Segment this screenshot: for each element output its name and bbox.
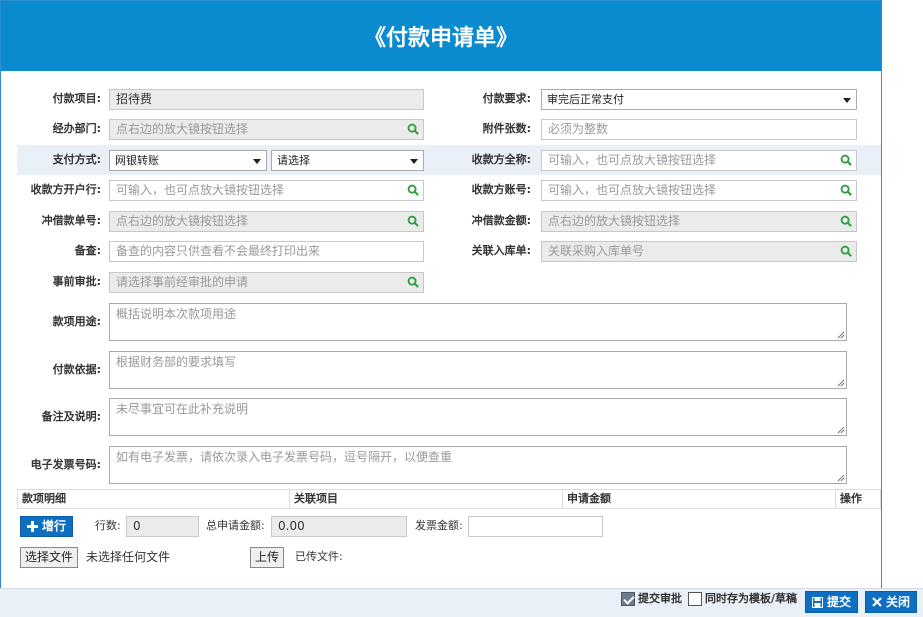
add-row-button[interactable]: 增行 bbox=[20, 516, 74, 537]
offset-no-placeholder: 点右边的放大镜按钮选择 bbox=[116, 214, 249, 228]
basis-textarea[interactable]: 根据财务部的要求填写 bbox=[109, 351, 847, 389]
payee-name-input[interactable]: 可输入，也可点放大镜按钮选择 bbox=[541, 150, 857, 171]
total-field: 0.00 bbox=[271, 516, 407, 537]
payee-name-placeholder: 可输入，也可点放大镜按钮选择 bbox=[548, 153, 717, 167]
pre-approval-label: 事前审批: bbox=[52, 275, 101, 288]
upload-button[interactable]: 上传 bbox=[250, 547, 285, 568]
add-row-label: 增行 bbox=[42, 519, 67, 533]
col-header-amount: 申请金额 bbox=[563, 490, 836, 508]
resize-grip-icon[interactable] bbox=[837, 474, 845, 482]
pay-method-value: 网银转账 bbox=[115, 154, 159, 167]
payee-account-input[interactable]: 可输入，也可点放大镜按钮选择 bbox=[541, 180, 857, 201]
col-header-action: 操作 bbox=[840, 492, 862, 505]
basis-label: 付款依据: bbox=[52, 363, 101, 376]
stock-in-placeholder: 关联采购入库单号 bbox=[548, 244, 645, 258]
chevron-down-icon bbox=[410, 159, 418, 164]
pay-requirement-label: 付款要求: bbox=[482, 92, 531, 105]
pay-requirement-value: 审完后正常支付 bbox=[547, 93, 624, 106]
no-file-text: 未选择任何文件 bbox=[86, 550, 171, 564]
pay-submethod-select[interactable]: 请选择 bbox=[271, 150, 424, 171]
memo-label: 备查: bbox=[74, 244, 101, 257]
total-label: 总申请金额: bbox=[206, 519, 265, 532]
invoice-amount-label: 发票金额: bbox=[415, 519, 463, 532]
payee-account-placeholder: 可输入，也可点放大镜按钮选择 bbox=[548, 183, 717, 197]
purpose-label: 款项用途: bbox=[52, 315, 101, 328]
payee-account-label: 收款方账号: bbox=[471, 183, 531, 196]
memo-input[interactable]: 备查的内容只供查看不会最终打印出来 bbox=[109, 241, 424, 262]
pay-submethod-value: 请选择 bbox=[277, 154, 310, 167]
form-panel: 《付款申请单》 付款项目: 招待费 付款要求: 审完后正常支付 经办部门: 点右… bbox=[0, 0, 882, 589]
payee-bank-label: 收款方开户行: bbox=[30, 183, 101, 196]
submit-approval-label: 提交审批 bbox=[638, 592, 682, 605]
resize-grip-icon[interactable] bbox=[837, 426, 845, 434]
magnifier-icon[interactable] bbox=[407, 276, 420, 289]
basis-placeholder: 根据财务部的要求填写 bbox=[116, 355, 237, 369]
pay-requirement-select[interactable]: 审完后正常支付 bbox=[541, 89, 857, 110]
remarks-placeholder: 未尽事宜可在此补充说明 bbox=[116, 402, 249, 416]
invoice-no-label: 电子发票号码: bbox=[30, 458, 101, 471]
department-field[interactable]: 点右边的放大镜按钮选择 bbox=[109, 119, 424, 140]
stock-in-field[interactable]: 关联采购入库单号 bbox=[541, 241, 857, 262]
purpose-placeholder: 概括说明本次款项用途 bbox=[116, 307, 237, 321]
submit-button[interactable]: 提交 bbox=[805, 591, 859, 613]
offset-no-field[interactable]: 点右边的放大镜按钮选择 bbox=[109, 211, 424, 232]
close-label: 关闭 bbox=[886, 594, 911, 609]
footer-bar: 提交审批 同时存为模板/草稿 提交 关闭 bbox=[0, 588, 923, 617]
department-label: 经办部门: bbox=[52, 122, 101, 135]
pre-approval-placeholder: 请选择事前经审批的申请 bbox=[116, 275, 249, 289]
invoice-amount-input[interactable] bbox=[468, 516, 603, 537]
page-title: 《付款申请单》 bbox=[1, 1, 881, 71]
magnifier-icon[interactable] bbox=[840, 215, 853, 228]
submit-label: 提交 bbox=[827, 594, 852, 609]
offset-amount-field[interactable]: 点右边的放大镜按钮选择 bbox=[541, 211, 857, 232]
purpose-textarea[interactable]: 概括说明本次款项用途 bbox=[109, 303, 847, 341]
offset-amount-label: 冲借款金额: bbox=[471, 214, 531, 227]
chevron-down-icon bbox=[843, 98, 851, 103]
payee-bank-placeholder: 可输入，也可点放大镜按钮选择 bbox=[116, 183, 285, 197]
col-header-project: 关联项目 bbox=[290, 490, 563, 508]
magnifier-icon[interactable] bbox=[407, 184, 420, 197]
close-button[interactable]: 关闭 bbox=[865, 591, 918, 613]
payee-name-label: 收款方全称: bbox=[471, 153, 531, 166]
pre-approval-field[interactable]: 请选择事前经审批的申请 bbox=[109, 272, 424, 293]
pay-item-field: 招待费 bbox=[109, 89, 424, 110]
pay-method-label: 支付方式: bbox=[52, 153, 101, 166]
save-template-checkbox[interactable] bbox=[688, 592, 702, 606]
magnifier-icon[interactable] bbox=[407, 215, 420, 228]
invoice-no-textarea[interactable]: 如有电子发票，请依次录入电子发票号码，逗号隔开，以便查重 bbox=[109, 446, 847, 484]
attachments-label: 附件张数: bbox=[482, 122, 531, 135]
pay-method-select[interactable]: 网银转账 bbox=[109, 150, 267, 171]
magnifier-icon[interactable] bbox=[407, 123, 420, 136]
save-template-label: 同时存为模板/草稿 bbox=[705, 592, 798, 605]
magnifier-icon[interactable] bbox=[840, 245, 853, 258]
magnifier-icon[interactable] bbox=[840, 184, 853, 197]
offset-no-label: 冲借款单号: bbox=[41, 214, 101, 227]
close-icon bbox=[872, 597, 882, 607]
invoice-no-placeholder: 如有电子发票，请依次录入电子发票号码，逗号隔开，以便查重 bbox=[116, 450, 453, 464]
row-count-field: 0 bbox=[126, 516, 199, 537]
choose-file-button[interactable]: 选择文件 bbox=[20, 547, 79, 568]
submit-approval-checkbox[interactable] bbox=[621, 592, 635, 606]
remarks-label: 备注及说明: bbox=[41, 410, 101, 423]
attachments-input[interactable]: 必须为整数 bbox=[541, 119, 857, 140]
stock-in-label: 关联入库单: bbox=[471, 244, 531, 257]
chevron-down-icon bbox=[253, 159, 261, 164]
offset-amount-placeholder: 点右边的放大镜按钮选择 bbox=[548, 214, 681, 228]
resize-grip-icon[interactable] bbox=[837, 379, 845, 387]
plus-icon bbox=[27, 521, 38, 532]
col-header-detail: 款项明细 bbox=[18, 490, 290, 508]
payee-bank-input[interactable]: 可输入，也可点放大镜按钮选择 bbox=[109, 180, 424, 201]
uploaded-files-label: 已传文件: bbox=[295, 550, 343, 563]
pay-item-label: 付款项目: bbox=[52, 92, 101, 105]
detail-table-header: 款项明细 关联项目 申请金额 操作 bbox=[17, 489, 881, 509]
save-icon bbox=[812, 596, 823, 608]
remarks-textarea[interactable]: 未尽事宜可在此补充说明 bbox=[109, 398, 847, 436]
resize-grip-icon[interactable] bbox=[837, 331, 845, 339]
magnifier-icon[interactable] bbox=[840, 154, 853, 167]
row-count-label: 行数: bbox=[95, 519, 121, 532]
department-placeholder: 点右边的放大镜按钮选择 bbox=[116, 122, 249, 136]
